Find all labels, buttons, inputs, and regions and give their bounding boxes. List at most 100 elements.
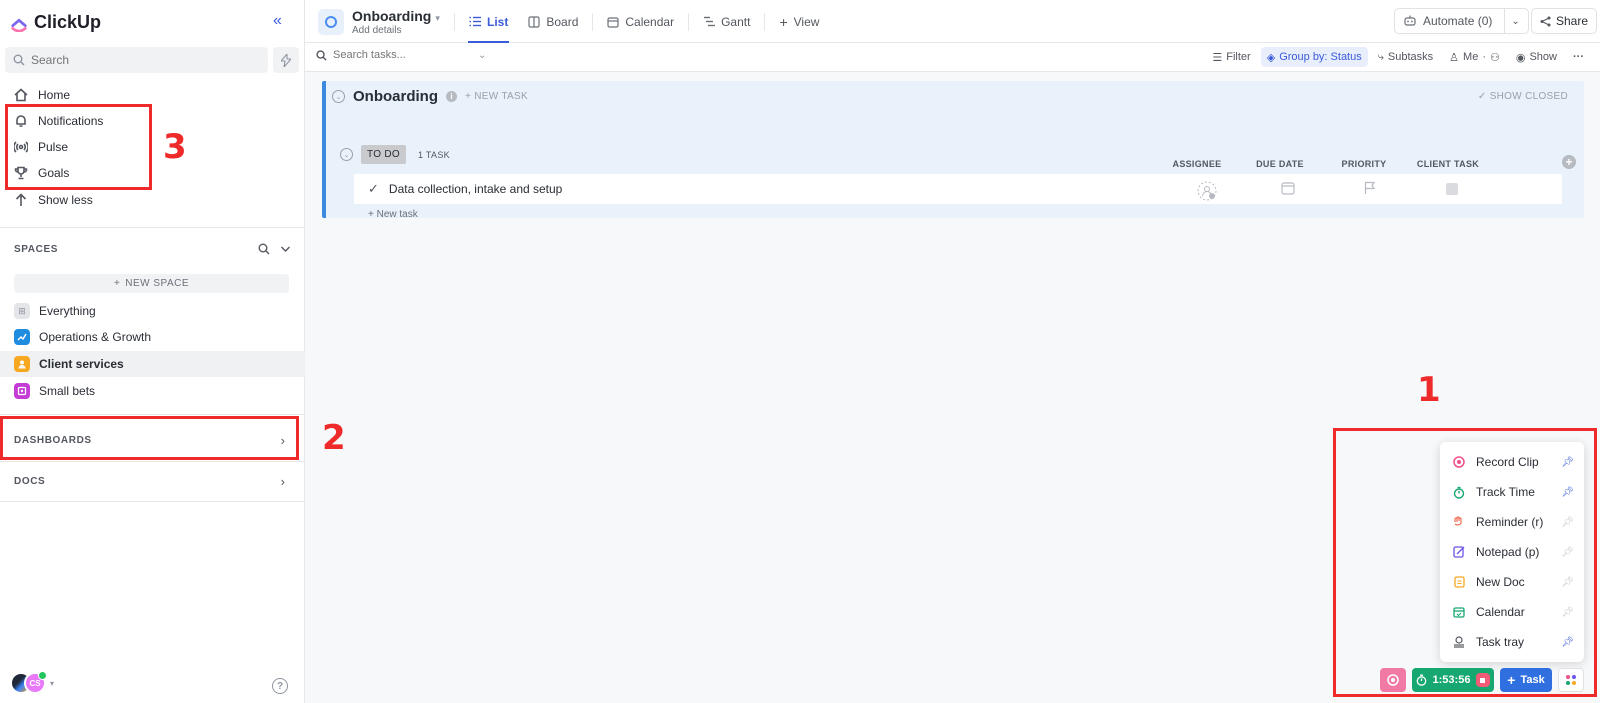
- quick-actions-button[interactable]: [273, 47, 299, 73]
- me-filter-button[interactable]: ♙ Me · ⚇: [1443, 47, 1506, 67]
- spaces-title: SPACES: [14, 244, 58, 255]
- layers-icon: ◈: [1266, 51, 1276, 64]
- task-search-input[interactable]: [333, 49, 473, 61]
- flag-icon[interactable]: [1364, 181, 1376, 198]
- tab-board[interactable]: Board: [518, 0, 588, 43]
- add-view-button[interactable]: + View: [769, 0, 829, 43]
- sidebar-divider: [0, 414, 305, 415]
- calendar-view-icon: [607, 16, 619, 28]
- share-icon: [1540, 16, 1551, 26]
- space-small-bets[interactable]: Small bets: [0, 378, 305, 404]
- caret-down-icon: ▾: [50, 678, 55, 688]
- share-button[interactable]: Share: [1531, 8, 1598, 34]
- automate-button[interactable]: Automate (0) ⌄: [1394, 8, 1529, 34]
- chevron-down-icon[interactable]: [280, 243, 291, 255]
- tab-calendar[interactable]: Calendar: [597, 0, 684, 43]
- assignees-icon[interactable]: ⚇: [1490, 51, 1500, 64]
- top-bar: Onboarding ▾ Add details List Board Calen…: [305, 0, 1600, 43]
- chevron-right-icon: ›: [280, 473, 285, 489]
- filter-icon: ☰: [1212, 51, 1223, 64]
- status-row: ⌄ TO DO 1 TASK: [340, 145, 450, 164]
- checkbox-icon[interactable]: [1446, 183, 1458, 198]
- collapse-sidebar-icon[interactable]: «: [273, 12, 282, 30]
- nav-home-label: Home: [38, 88, 71, 102]
- annotation-box-3: [5, 104, 152, 190]
- view-tabs: List Board Calendar Gantt + View: [450, 0, 829, 43]
- space-everything-label: Everything: [39, 304, 96, 318]
- workspace-avatar: CS: [24, 671, 47, 694]
- more-options-icon[interactable]: ···: [1567, 47, 1590, 67]
- subtasks-label: Subtasks: [1387, 51, 1434, 63]
- add-view-label: View: [793, 14, 820, 29]
- tab-divider: [764, 12, 766, 31]
- space-operations-growth[interactable]: Operations & Growth: [0, 324, 305, 350]
- help-icon[interactable]: ?: [272, 678, 288, 694]
- task-name[interactable]: Data collection, intake and setup: [389, 182, 562, 196]
- filter-bar: ⌄ ☰ Filter ◈ Group by: Status ⤷ Subtasks…: [305, 43, 1600, 72]
- add-column-icon[interactable]: +: [1562, 155, 1576, 169]
- tab-list-label: List: [487, 14, 509, 29]
- lightning-icon: [281, 53, 291, 67]
- column-due-date[interactable]: DUE DATE: [1240, 159, 1320, 169]
- spaces-tools: [258, 243, 291, 255]
- list-title[interactable]: Onboarding ▾: [352, 8, 440, 24]
- docs-section[interactable]: DOCS ›: [0, 462, 305, 500]
- group-by-label: Group by: Status: [1279, 51, 1362, 63]
- space-client-services[interactable]: Client services: [0, 351, 305, 377]
- task-search[interactable]: ⌄: [316, 49, 486, 61]
- list-group: ⌄ Onboarding i + NEW TASK ✓ SHOW CLOSED …: [322, 81, 1584, 220]
- column-client-task[interactable]: CLIENT TASK: [1408, 159, 1488, 169]
- separator-dot: ·: [1482, 51, 1486, 63]
- assignee-icon[interactable]: [1197, 181, 1217, 204]
- space-operations-growth-label: Operations & Growth: [39, 330, 152, 344]
- me-label: Me: [1463, 51, 1479, 63]
- nav-home[interactable]: Home: [14, 88, 70, 102]
- share-label: Share: [1556, 14, 1589, 28]
- space-everything[interactable]: ⊞ Everything: [0, 298, 305, 324]
- tab-list[interactable]: List: [459, 0, 518, 43]
- subtasks-button[interactable]: ⤷ Subtasks: [1372, 47, 1439, 67]
- show-closed-button[interactable]: ✓ SHOW CLOSED: [1478, 91, 1568, 102]
- subtasks-icon: ⤷: [1377, 50, 1384, 63]
- chevron-down-icon[interactable]: ⌄: [478, 50, 486, 61]
- chevron-down-icon[interactable]: ⌄: [1511, 16, 1519, 27]
- column-priority[interactable]: PRIORITY: [1324, 159, 1404, 169]
- show-label: Show: [1529, 51, 1557, 63]
- new-task-link[interactable]: + NEW TASK: [465, 91, 528, 102]
- tab-board-label: Board: [546, 14, 579, 29]
- nav-show-less[interactable]: Show less: [14, 193, 93, 207]
- status-badge[interactable]: TO DO: [361, 145, 406, 164]
- info-icon[interactable]: i: [446, 91, 457, 102]
- group-by-button[interactable]: ◈ Group by: Status: [1260, 47, 1368, 67]
- tab-calendar-label: Calendar: [625, 14, 675, 29]
- filter-button[interactable]: ☰ Filter: [1206, 47, 1256, 67]
- show-button[interactable]: ◉ Show: [1510, 47, 1563, 67]
- tab-gantt[interactable]: Gantt: [693, 0, 760, 43]
- calendar-icon[interactable]: [1281, 181, 1295, 198]
- annotation-number-2: 2: [322, 418, 346, 458]
- space-client-services-label: Client services: [39, 357, 124, 371]
- grid-icon: ⊞: [14, 303, 30, 319]
- add-details-link[interactable]: Add details: [352, 25, 401, 36]
- filter-label: Filter: [1226, 51, 1251, 63]
- chart-icon: [14, 329, 30, 345]
- clickup-logo[interactable]: ClickUp: [10, 12, 101, 33]
- group-title[interactable]: Onboarding: [353, 88, 438, 105]
- sidebar-search-input[interactable]: [31, 53, 231, 67]
- user-menu[interactable]: CS ▾: [10, 671, 55, 694]
- show-closed-label: SHOW CLOSED: [1489, 91, 1568, 102]
- person-icon: ♙: [1449, 51, 1460, 64]
- new-space-button[interactable]: + NEW SPACE: [14, 274, 289, 293]
- check-icon[interactable]: ✓: [368, 181, 379, 197]
- column-assignee[interactable]: ASSIGNEE: [1157, 159, 1237, 169]
- collapse-group-icon[interactable]: ⌄: [332, 90, 345, 103]
- task-count: 1 TASK: [417, 149, 450, 160]
- add-task-link[interactable]: + New task: [368, 209, 418, 220]
- annotation-box-2: [0, 416, 299, 460]
- sidebar-search[interactable]: [5, 47, 268, 73]
- caret-down-icon: ▾: [435, 13, 440, 23]
- spaces-search-icon[interactable]: [258, 243, 270, 255]
- table-row[interactable]: ✓ Data collection, intake and setup: [354, 174, 1562, 204]
- annotation-number-3: 3: [163, 127, 187, 167]
- collapse-status-icon[interactable]: ⌄: [340, 148, 353, 161]
